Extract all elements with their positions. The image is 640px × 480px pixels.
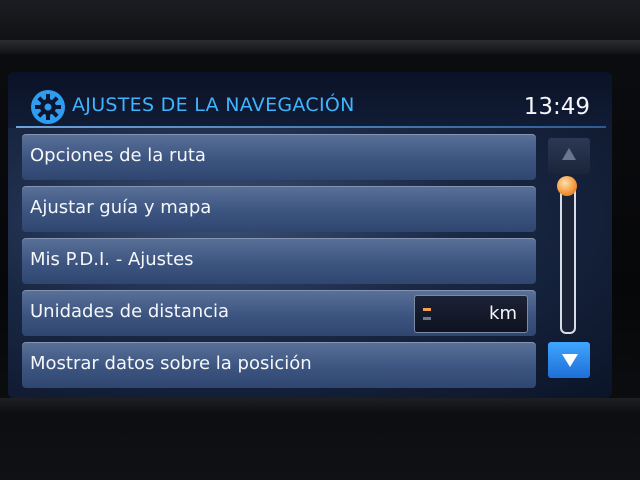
gear-icon xyxy=(31,90,65,124)
bezel-top-strip xyxy=(0,40,640,54)
menu-item-poi-settings[interactable]: Mis P.D.I. - Ajustes xyxy=(22,238,536,284)
clock-time: 13:49 xyxy=(523,94,590,120)
bezel-bottom-strip xyxy=(0,398,640,414)
display-screen: AJUSTES DE LA NAVEGACIÓN 13:49 Opciones … xyxy=(8,72,612,398)
menu-item-label: Ajustar guía y mapa xyxy=(30,197,212,218)
header-bar: AJUSTES DE LA NAVEGACIÓN 13:49 xyxy=(8,72,612,128)
up-arrow-icon xyxy=(562,148,576,160)
menu-item-label: Mostrar datos sobre la posición xyxy=(30,353,312,374)
menu-item-position-info[interactable]: Mostrar datos sobre la posición xyxy=(22,342,536,388)
scroll-up-button[interactable] xyxy=(548,138,590,174)
scrollbar-thumb[interactable] xyxy=(557,176,577,196)
toggle-indicator-active xyxy=(423,308,431,311)
header-divider xyxy=(16,126,606,128)
menu-item-distance-units[interactable]: Unidades de distancia km xyxy=(22,290,536,336)
down-arrow-icon xyxy=(562,354,578,367)
menu-item-label: Opciones de la ruta xyxy=(30,145,206,166)
scrollbar-track[interactable] xyxy=(560,180,576,334)
scroll-down-button[interactable] xyxy=(548,342,590,378)
page-title: AJUSTES DE LA NAVEGACIÓN xyxy=(72,94,355,116)
menu-item-label: Mis P.D.I. - Ajustes xyxy=(30,249,194,270)
distance-unit-toggle[interactable]: km xyxy=(414,295,528,333)
menu-item-label: Unidades de distancia xyxy=(30,301,230,322)
menu-item-guidance-map[interactable]: Ajustar guía y mapa xyxy=(22,186,536,232)
distance-unit-value: km xyxy=(489,303,517,324)
toggle-indicator-inactive xyxy=(423,317,431,320)
menu-item-route-options[interactable]: Opciones de la ruta xyxy=(22,134,536,180)
